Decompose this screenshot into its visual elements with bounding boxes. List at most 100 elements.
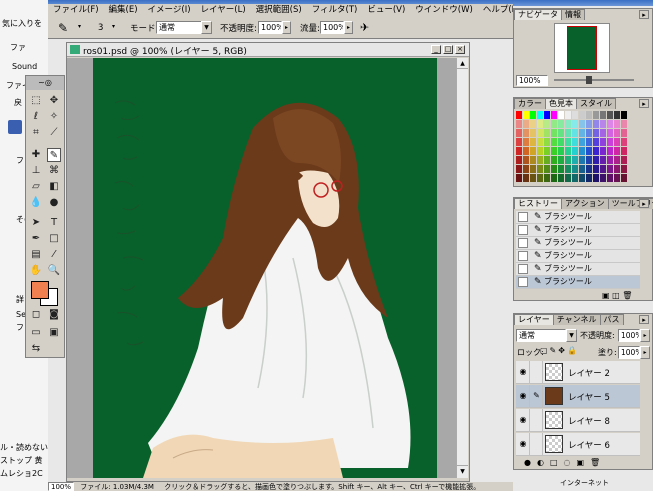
color-swatch[interactable] [586,156,592,164]
color-swatch[interactable] [544,111,550,119]
color-swatch[interactable] [537,120,543,128]
navigator-view-box[interactable] [567,26,597,70]
history-item[interactable]: ✎ ブラシツール [516,237,640,250]
color-swatch[interactable] [565,129,571,137]
history-item[interactable]: ✎ ブラシツール [516,250,640,263]
color-swatch[interactable] [572,156,578,164]
color-swatch[interactable] [593,147,599,155]
color-swatch[interactable] [600,129,606,137]
history-snapshot-box[interactable] [518,212,528,222]
color-swatch[interactable] [516,111,522,119]
minimize-icon[interactable]: _ [431,45,441,54]
color-swatch[interactable] [607,165,613,173]
color-swatch[interactable] [579,147,585,155]
layer-opacity-arrow[interactable]: ▸ [640,329,650,342]
color-swatch[interactable] [621,120,627,128]
history-snapshot-box[interactable] [518,277,528,287]
chevron-down-icon[interactable]: ▼ [566,329,577,342]
color-swatch[interactable] [537,165,543,173]
taskbar-item-3[interactable]: ムレショ2C [0,468,43,479]
color-swatch[interactable] [565,138,571,146]
layer-opacity-input[interactable]: 100% [618,329,640,342]
brush-tool-icon[interactable]: ✎ [47,148,61,162]
color-swatch[interactable] [586,138,592,146]
brush-preset-arrow[interactable]: ▾ [74,21,85,34]
opacity-input[interactable]: 100% [258,21,282,34]
color-swatch[interactable] [586,174,592,182]
blur-icon[interactable]: 💧 [29,196,43,210]
color-swatch[interactable] [516,174,522,182]
color-swatch[interactable] [558,111,564,119]
zoom-field[interactable]: 100% [48,482,74,491]
color-swatch[interactable] [537,156,543,164]
color-swatch[interactable] [572,120,578,128]
color-swatch[interactable] [537,147,543,155]
color-swatch[interactable] [586,165,592,173]
lasso-icon[interactable]: ℓ [29,110,43,124]
color-swatch[interactable] [551,147,557,155]
layer-link-cell[interactable] [531,361,543,383]
color-swatch[interactable] [614,174,620,182]
tab-channels[interactable]: チャンネル [552,314,601,325]
color-swatch[interactable] [607,174,613,182]
move-icon[interactable]: ✥ [47,94,61,108]
gradient-icon[interactable]: ◧ [47,180,61,194]
color-swatch[interactable] [600,111,606,119]
color-swatch[interactable] [579,174,585,182]
history-snapshot-box[interactable] [518,264,528,274]
color-swatch[interactable] [516,120,522,128]
color-swatch[interactable] [558,165,564,173]
color-swatch[interactable] [523,120,529,128]
flow-input[interactable]: 100% [320,21,344,34]
color-swatch[interactable] [530,165,536,173]
standard-mode-icon[interactable]: ◻ [29,308,43,322]
notes-icon[interactable]: ▤ [29,248,43,262]
color-swatch[interactable] [537,129,543,137]
hand-icon[interactable]: ✋ [29,264,43,278]
color-swatch[interactable] [551,138,557,146]
color-swatch[interactable] [530,147,536,155]
color-swatch[interactable] [600,174,606,182]
history-item[interactable]: ✎ ブラシツール [516,263,640,276]
eraser-icon[interactable]: ▱ [29,180,43,194]
color-swatch[interactable] [516,129,522,137]
color-swatch[interactable] [523,165,529,173]
color-swatch[interactable] [530,129,536,137]
color-swatch[interactable] [579,120,585,128]
color-swatch[interactable] [572,138,578,146]
foreground-color-swatch[interactable] [31,281,49,299]
airbrush-icon[interactable]: ✈ [360,21,369,34]
color-swatch[interactable] [516,156,522,164]
brush-size-arrow[interactable]: ▾ [108,21,119,34]
details-label[interactable]: 詳 [16,294,24,305]
menu-file[interactable]: ファイル(F) [48,4,104,17]
color-swatch[interactable] [544,138,550,146]
layer-row[interactable]: ◉ レイヤー 6 [516,433,640,456]
tab-color[interactable]: カラー [514,98,546,109]
eye-icon[interactable]: ◉ [517,385,530,407]
tab-layers[interactable]: レイヤー [514,314,554,325]
color-swatch[interactable] [544,120,550,128]
navigator-thumbnail[interactable] [554,23,610,73]
zoom-slider[interactable] [554,79,634,81]
swatch-grid[interactable] [516,111,642,183]
type-icon[interactable]: T [47,216,61,230]
history-footer-icons[interactable]: ▣ ◫ 🗑 [602,291,632,300]
eye-icon[interactable]: ◉ [517,409,530,431]
color-swatch[interactable] [565,174,571,182]
color-swatch[interactable] [516,147,522,155]
color-swatch[interactable] [586,111,592,119]
stamp-icon[interactable]: ⊥ [29,164,43,178]
color-swatch[interactable] [600,156,606,164]
panel-menu-icon[interactable]: ▸ [639,315,649,324]
close-icon[interactable]: × [455,45,465,54]
color-swatch[interactable] [516,165,522,173]
color-swatch[interactable] [600,138,606,146]
panel-menu-icon[interactable]: ▸ [639,199,649,208]
color-swatch[interactable] [516,138,522,146]
color-swatch[interactable] [607,120,613,128]
file-size-info[interactable]: ファイル: 1.03M/4.3M [80,483,154,491]
layer-link-cell[interactable] [531,409,543,431]
maximize-icon[interactable]: □ [443,45,453,54]
history-item[interactable]: ✎ ブラシツール [516,224,640,237]
